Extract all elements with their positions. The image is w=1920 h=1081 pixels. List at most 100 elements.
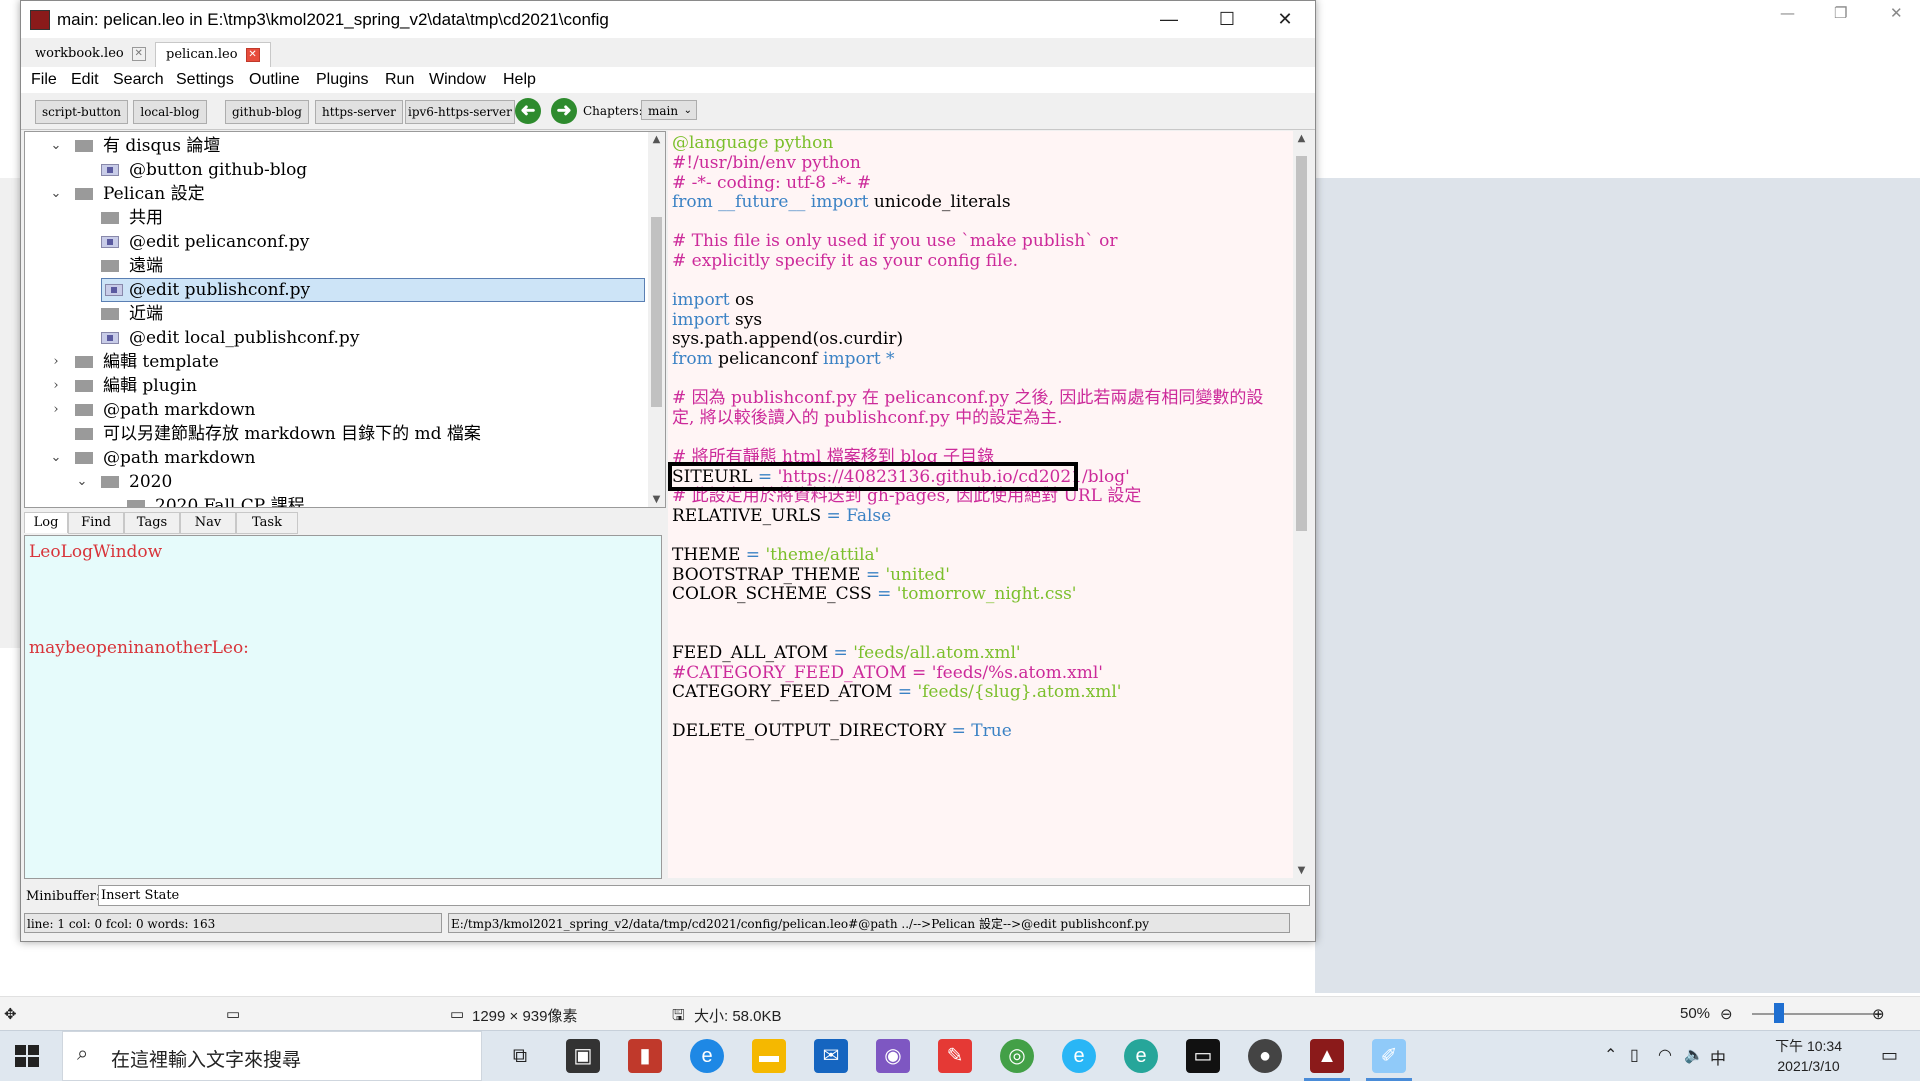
system-tray: ⌃ ▯ ◠ 🔈 中 下午 10:34 2021/3/10 ▭ — [1600, 1031, 1920, 1081]
terminal-icon[interactable]: ▭ — [1186, 1039, 1220, 1073]
outline-scrollbar[interactable]: ▲ ▼ — [648, 132, 665, 507]
zoom-slider-thumb[interactable] — [1774, 1003, 1784, 1023]
task-view-icon[interactable]: ⧉ — [503, 1039, 537, 1073]
menu-bar: File Edit Search Settings Outline Plugin… — [21, 67, 1315, 93]
minimize-button[interactable]: — — [1139, 1, 1199, 38]
ipv6-https-server-button[interactable]: ipv6-https-server — [405, 100, 515, 124]
body-scrollbar[interactable]: ▲ ▼ — [1293, 131, 1310, 878]
tab-tags[interactable]: Tags — [124, 512, 180, 534]
zoom-out-button[interactable]: ⊖ — [1720, 1005, 1733, 1023]
tab-nav[interactable]: Nav — [180, 512, 236, 534]
code-line: 定, 將以較後讀入的 publishconf.py 中的設定為主. — [672, 406, 1063, 430]
menu-outline[interactable]: Outline — [249, 71, 300, 89]
edge-icon[interactable]: e — [690, 1039, 724, 1073]
globe-app-icon[interactable]: ● — [1248, 1039, 1282, 1073]
chevron-down-icon[interactable]: ⌄ — [75, 470, 89, 494]
menu-file[interactable]: File — [31, 71, 57, 89]
close-button[interactable]: ✕ — [1255, 1, 1315, 38]
chevron-down-icon[interactable]: ⌄ — [49, 134, 63, 158]
leo-taskbar-icon[interactable]: ▲ — [1304, 1039, 1350, 1081]
back-arrow-icon[interactable]: ➜ — [515, 98, 541, 124]
node-path-status: E:/tmp3/kmol2021_spring_v2/data/tmp/cd20… — [448, 913, 1290, 933]
zoom-slider[interactable] — [1752, 1013, 1882, 1015]
menu-search[interactable]: Search — [113, 71, 164, 89]
ime-indicator[interactable]: 中 — [1710, 1045, 1726, 1069]
scroll-up-icon[interactable]: ▲ — [648, 134, 665, 145]
tab-close-icon[interactable]: ✕ — [131, 46, 146, 61]
windows-start-icon[interactable] — [12, 1041, 42, 1071]
chevron-right-icon[interactable]: › — [49, 398, 63, 422]
chart-app-icon[interactable]: ▮ — [628, 1039, 662, 1073]
menu-window[interactable]: Window — [429, 71, 486, 89]
forward-arrow-icon[interactable]: ➜ — [551, 98, 577, 124]
menu-plugins[interactable]: Plugins — [316, 71, 368, 89]
menu-edit[interactable]: Edit — [71, 71, 99, 89]
code-text: from — [672, 192, 713, 212]
menu-run[interactable]: Run — [385, 71, 414, 89]
chapters-select[interactable]: main ⌄ — [641, 100, 697, 120]
maximize-button[interactable]: ☐ — [1197, 1, 1257, 38]
scroll-down-icon[interactable]: ▼ — [648, 494, 665, 505]
code-text: # explicitly specify it as your config f… — [672, 251, 1019, 271]
https-server-button[interactable]: https-server — [315, 100, 403, 124]
script-button[interactable]: script-button — [35, 100, 129, 124]
viewer-close-button[interactable]: ✕ — [1890, 4, 1903, 22]
menu-settings[interactable]: Settings — [176, 71, 234, 89]
scroll-down-icon[interactable]: ▼ — [1293, 865, 1310, 876]
log-pane[interactable]: LeoLogWindow maybeopeninanotherLeo: — [24, 535, 662, 879]
paint-taskbar-icon[interactable]: ✐ — [1366, 1039, 1412, 1081]
tab-close-icon[interactable]: ✕ — [245, 47, 260, 62]
outline-node-selected[interactable]: @edit publishconf.py — [25, 278, 645, 302]
code-text: sys.path.append(os.curdir) — [672, 329, 904, 349]
mail-icon[interactable]: ✉ — [814, 1039, 848, 1073]
outline-node-label: 共用 — [129, 208, 163, 228]
tab-find[interactable]: Find — [68, 512, 124, 534]
taskbar-search[interactable]: ⌕ 在這裡輸入文字來搜尋 — [62, 1031, 482, 1081]
tab-log[interactable]: Log — [24, 512, 68, 533]
tab-workbook[interactable]: workbook.leo ✕ — [25, 42, 156, 66]
tray-expand-icon[interactable]: ⌃ — [1604, 1045, 1617, 1065]
chrome-icon[interactable]: ◎ — [1000, 1039, 1034, 1073]
tab-task[interactable]: Task — [236, 512, 298, 534]
github-blog-button[interactable]: github-blog — [225, 100, 309, 124]
menu-help[interactable]: Help — [503, 71, 536, 89]
code-text: = — [828, 643, 854, 663]
teams-icon[interactable]: ◉ — [876, 1039, 910, 1073]
local-blog-button[interactable]: local-blog — [133, 100, 207, 124]
clock-time: 下午 10:34 — [1775, 1038, 1842, 1054]
viewer-side-strip — [0, 178, 21, 648]
body-editor[interactable]: @language python #!/usr/bin/env python #… — [668, 131, 1310, 878]
outline-node-label: 可以另建節點存放 markdown 目錄下的 md 檔案 — [103, 424, 481, 444]
code-text: @language python — [672, 133, 834, 153]
code-text: import — [672, 290, 730, 310]
chevron-down-icon[interactable]: ⌄ — [49, 446, 63, 470]
clock[interactable]: 下午 10:34 2021/3/10 — [1775, 1036, 1842, 1076]
chevron-right-icon[interactable]: › — [49, 374, 63, 398]
chevron-right-icon[interactable]: › — [49, 350, 63, 374]
zoom-in-button[interactable]: ⊕ — [1872, 1005, 1885, 1023]
notification-icon[interactable]: ▭ — [1881, 1045, 1898, 1066]
tray-device-icon[interactable]: ▯ — [1630, 1045, 1639, 1065]
viewer-minimize-button[interactable]: — — [1780, 4, 1795, 22]
tab-pelican[interactable]: pelican.leo ✕ — [155, 42, 271, 67]
scrollbar-thumb[interactable] — [1296, 156, 1307, 531]
node-icon — [75, 452, 93, 464]
zoom-level: 50% — [1680, 1005, 1711, 1022]
code-line: COLOR_SCHEME_CSS = 'tomorrow_night.css' — [672, 582, 1076, 606]
outline-pane[interactable]: ⌄ 有 disqus 論壇 @button github-blog ⌄ Peli… — [24, 131, 666, 508]
scroll-up-icon[interactable]: ▲ — [1293, 133, 1310, 144]
minibuffer-input[interactable]: Insert State — [98, 885, 1310, 906]
internet-explorer-icon[interactable]: e — [1062, 1039, 1096, 1073]
volume-icon[interactable]: 🔈 — [1684, 1045, 1704, 1065]
node-icon — [75, 404, 93, 416]
edge-dev-icon[interactable]: e — [1124, 1039, 1158, 1073]
chevron-down-icon[interactable]: ⌄ — [49, 182, 63, 206]
scrollbar-thumb[interactable] — [651, 217, 662, 407]
store-icon[interactable]: ▣ — [566, 1039, 600, 1073]
wifi-icon[interactable]: ◠ — [1658, 1045, 1672, 1065]
file-explorer-icon[interactable]: ▬ — [752, 1039, 786, 1073]
viewer-restore-button[interactable]: ❐ — [1834, 4, 1847, 22]
draw-app-icon[interactable]: ✎ — [938, 1039, 972, 1073]
node-icon — [101, 212, 119, 224]
code-text: THEME — [672, 545, 741, 565]
